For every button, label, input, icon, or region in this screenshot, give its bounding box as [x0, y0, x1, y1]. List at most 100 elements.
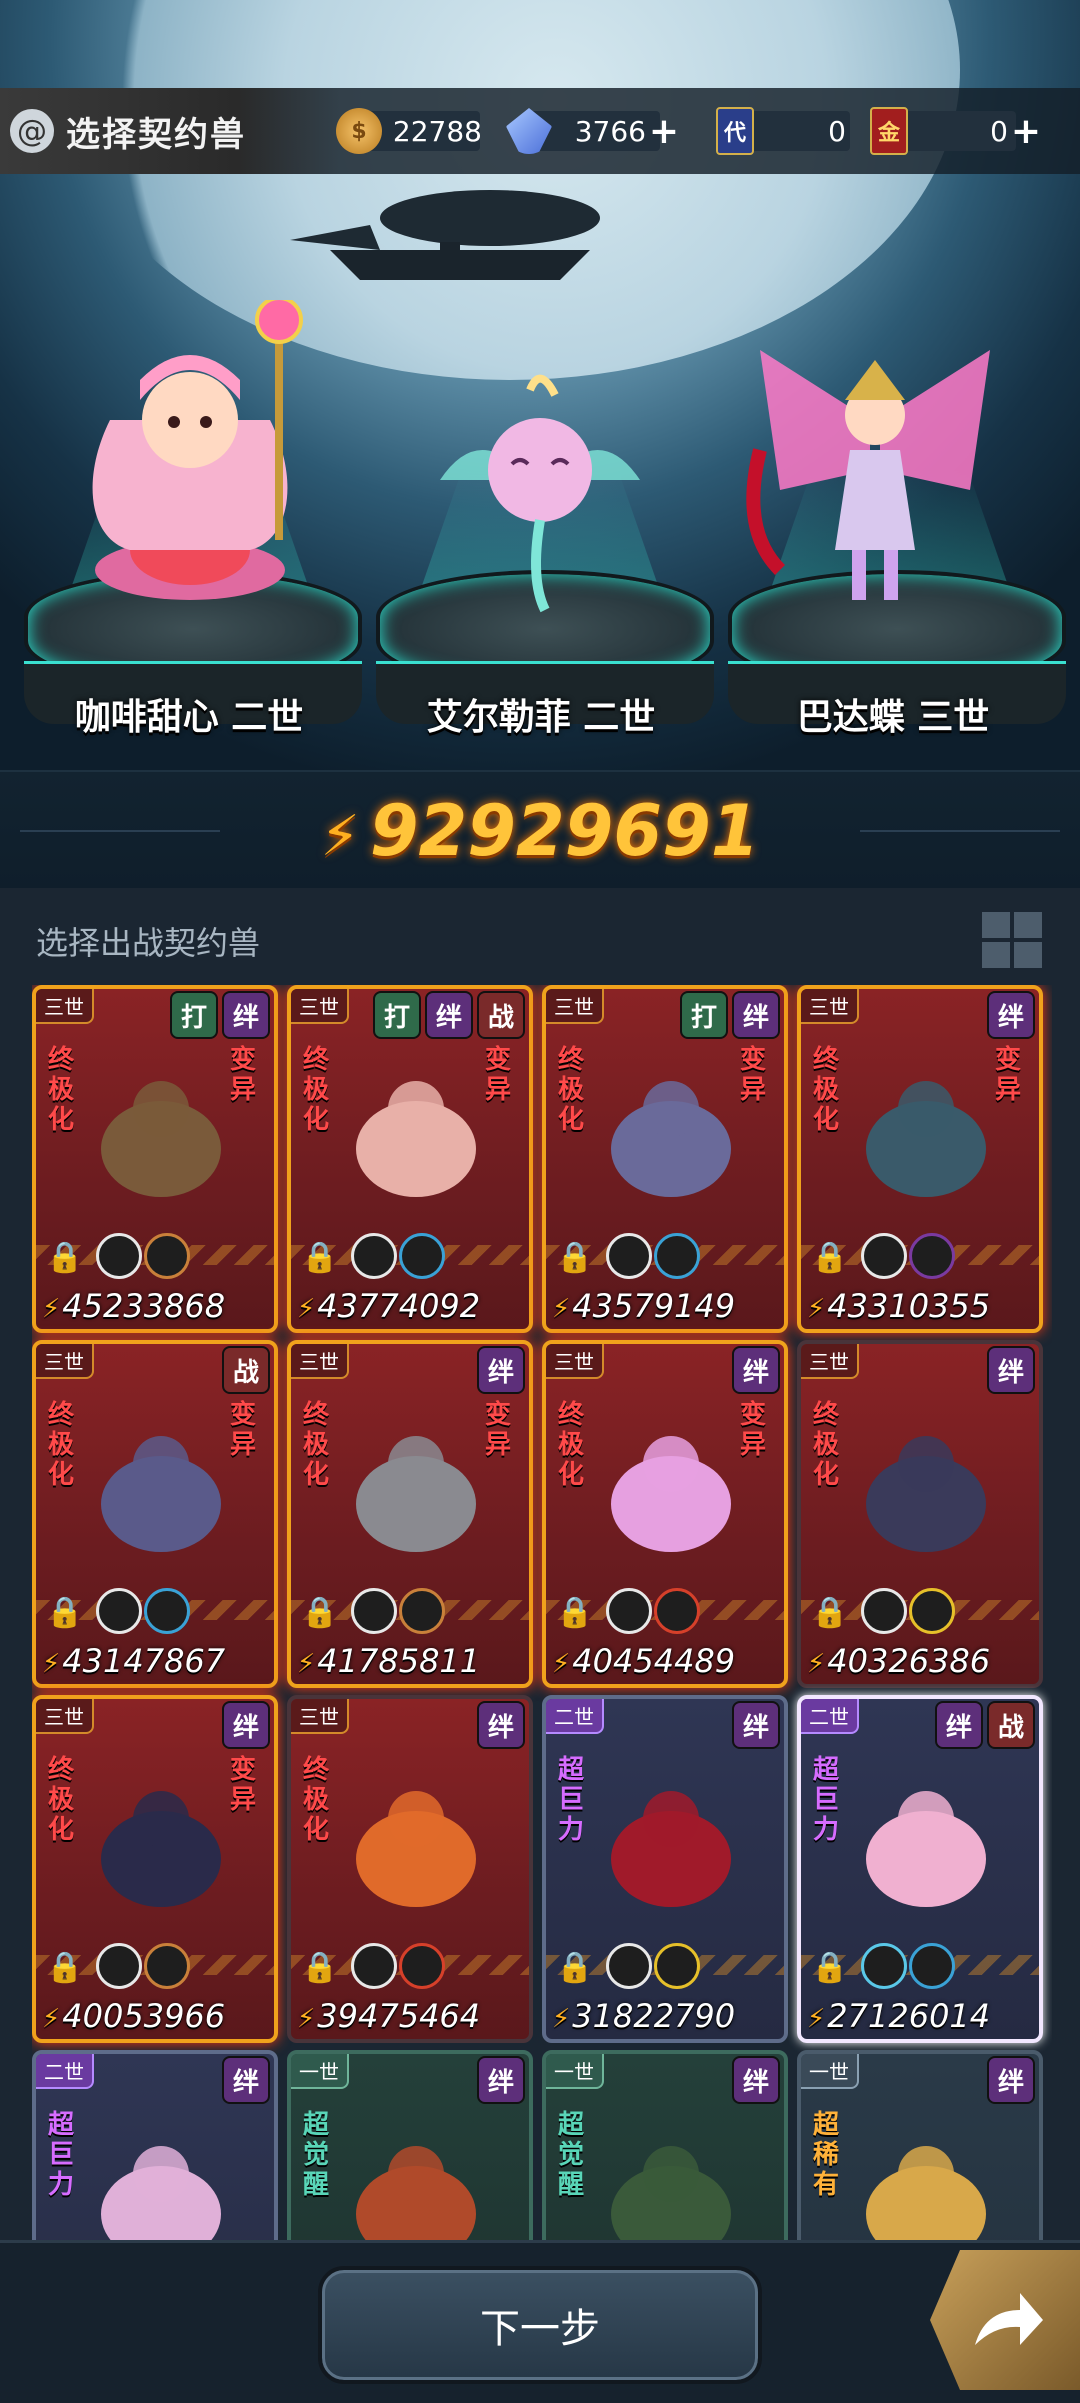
- elf-rafi-sprite[interactable]: [420, 360, 660, 620]
- trait-tag: 绊: [732, 991, 780, 1039]
- beast-card[interactable]: 二世 绊战超巨力 🔒 ⚡27126014: [797, 1695, 1043, 2043]
- lock-icon[interactable]: 🔒: [556, 1950, 593, 1985]
- lock-icon[interactable]: 🔒: [301, 1595, 338, 1630]
- element-icon: [351, 1233, 397, 1279]
- next-step-button[interactable]: 下一步: [318, 2266, 762, 2384]
- trait-tag: 绊: [477, 1701, 525, 1749]
- rank-label: 超巨力: [813, 1755, 840, 1845]
- beast-card[interactable]: 三世战终极化 变异 🔒 ⚡43147867: [32, 1340, 278, 1688]
- beast-power: ⚡45233868: [42, 1287, 225, 1325]
- swirl-logo-icon[interactable]: @: [10, 109, 54, 153]
- element-icon: [144, 1588, 190, 1634]
- trait-tag: 战: [477, 991, 525, 1039]
- beast-power-value: 39475464: [317, 1997, 481, 2035]
- lock-icon[interactable]: 🔒: [46, 1595, 83, 1630]
- beast-card[interactable]: 三世打绊终极化 变异 🔒 ⚡43579149: [542, 985, 788, 1333]
- generation-badge: 二世: [801, 1699, 859, 1734]
- beast-power-value: 43579149: [572, 1287, 736, 1325]
- beast-power: ⚡41785811: [297, 1642, 480, 1680]
- trait-tag: 打: [373, 991, 421, 1039]
- team-slot-2-name: 艾尔勒菲 二世: [426, 697, 656, 738]
- gold-coin-icon: $: [336, 108, 382, 154]
- trait-tags: 绊: [732, 1346, 780, 1394]
- element-icon: [654, 1943, 700, 1989]
- beast-power: ⚡40454489: [552, 1642, 735, 1680]
- power-bolt-icon: ⚡: [42, 1649, 61, 1679]
- rank-label: 超觉醒: [303, 2110, 330, 2200]
- gold-resource: $ 22788: [336, 106, 486, 156]
- trait-tag: 绊: [732, 1701, 780, 1749]
- beast-card[interactable]: 一世 绊超觉醒: [287, 2050, 533, 2240]
- beast-power: ⚡43774092: [297, 1287, 480, 1325]
- power-bolt-icon: ⚡: [42, 2004, 61, 2034]
- lock-icon[interactable]: 🔒: [301, 1950, 338, 1985]
- element-icon: [144, 1943, 190, 1989]
- beast-card[interactable]: 一世 绊超稀有: [797, 2050, 1043, 2240]
- trait-tag: 绊: [732, 2056, 780, 2104]
- beast-power: ⚡39475464: [297, 1997, 480, 2035]
- grid-view-icon[interactable]: [982, 912, 1042, 968]
- lock-icon[interactable]: 🔒: [46, 1240, 83, 1275]
- lock-icon[interactable]: 🔒: [556, 1595, 593, 1630]
- element-icon: [861, 1233, 907, 1279]
- element-icon: [861, 1588, 907, 1634]
- beast-card[interactable]: 二世 绊超巨力: [32, 2050, 278, 2240]
- trait-tags: 绊: [987, 1346, 1035, 1394]
- element-icon: [399, 1943, 445, 1989]
- trait-tags: 战: [222, 1346, 270, 1394]
- rank-label: 终极化: [558, 1400, 585, 1490]
- beast-power: ⚡43310355: [807, 1287, 990, 1325]
- beast-power-value: 43147867: [62, 1642, 226, 1680]
- beast-card[interactable]: 三世打绊终极化 变异 🔒 ⚡45233868: [32, 985, 278, 1333]
- lock-icon[interactable]: 🔒: [811, 1950, 848, 1985]
- generation-badge: 三世: [801, 989, 859, 1024]
- lock-icon[interactable]: 🔒: [811, 1240, 848, 1275]
- trait-tag: 绊: [222, 991, 270, 1039]
- element-icon: [606, 1588, 652, 1634]
- generation-badge: 三世: [546, 989, 604, 1024]
- beast-portrait: [866, 2146, 986, 2240]
- lock-icon[interactable]: 🔒: [46, 1950, 83, 1985]
- airship-silhouette: [290, 190, 600, 280]
- trait-tag: 绊: [987, 1346, 1035, 1394]
- element-icon: [606, 1943, 652, 1989]
- beast-card[interactable]: 三世 绊终极化 🔒 ⚡40326386: [797, 1340, 1043, 1688]
- coffee-sweetheart-sprite[interactable]: [70, 300, 310, 620]
- add-crystal-button[interactable]: +: [646, 111, 682, 152]
- generation-badge: 三世: [36, 1699, 94, 1734]
- element-icon: [351, 1943, 397, 1989]
- generation-badge: 三世: [291, 1699, 349, 1734]
- power-bolt-icon: ⚡: [807, 1649, 826, 1679]
- trait-tags: 打绊: [170, 991, 270, 1039]
- add-gold-ticket-button[interactable]: +: [1008, 111, 1044, 152]
- beast-power: ⚡40053966: [42, 1997, 225, 2035]
- substitute-ticket-resource: 代 0: [716, 106, 856, 156]
- beast-card[interactable]: 三世绊终极化 变异 🔒 ⚡40454489: [542, 1340, 788, 1688]
- lock-icon[interactable]: 🔒: [811, 1595, 848, 1630]
- element-icon: [909, 1233, 955, 1279]
- trait-tag: 绊: [425, 991, 473, 1039]
- trait-tags: 绊: [987, 991, 1035, 1039]
- bada-butterfly-sprite[interactable]: [740, 330, 1010, 620]
- beast-card[interactable]: 三世绊终极化 变异 🔒 ⚡40053966: [32, 1695, 278, 2043]
- power-bolt-icon: ⚡: [297, 2004, 316, 2034]
- trait-tags: 打绊战: [373, 991, 525, 1039]
- share-arrow-button[interactable]: [930, 2250, 1080, 2390]
- trait-tag: 绊: [477, 2056, 525, 2104]
- lock-icon[interactable]: 🔒: [556, 1240, 593, 1275]
- rank-label: 超巨力: [48, 2110, 75, 2200]
- beast-card[interactable]: 三世绊终极化 变异 🔒 ⚡43310355: [797, 985, 1043, 1333]
- lock-icon[interactable]: 🔒: [301, 1240, 338, 1275]
- rank-label: 终极化: [303, 1400, 330, 1490]
- beast-card[interactable]: 二世 绊超巨力 🔒 ⚡31822790: [542, 1695, 788, 2043]
- trait-tags: 绊: [477, 1346, 525, 1394]
- beast-card[interactable]: 三世打绊战终极化 变异 🔒 ⚡43774092: [287, 985, 533, 1333]
- trait-tag: 打: [170, 991, 218, 1039]
- generation-badge: 三世: [801, 1344, 859, 1379]
- beast-card[interactable]: 三世 绊终极化 🔒 ⚡39475464: [287, 1695, 533, 2043]
- beast-card[interactable]: 三世绊终极化 变异 🔒 ⚡41785811: [287, 1340, 533, 1688]
- beast-card[interactable]: 一世 绊超觉醒: [542, 2050, 788, 2240]
- rank-label: 终极化: [303, 1755, 330, 1845]
- rank-label: 终极化: [48, 1755, 75, 1845]
- element-icon: [909, 1588, 955, 1634]
